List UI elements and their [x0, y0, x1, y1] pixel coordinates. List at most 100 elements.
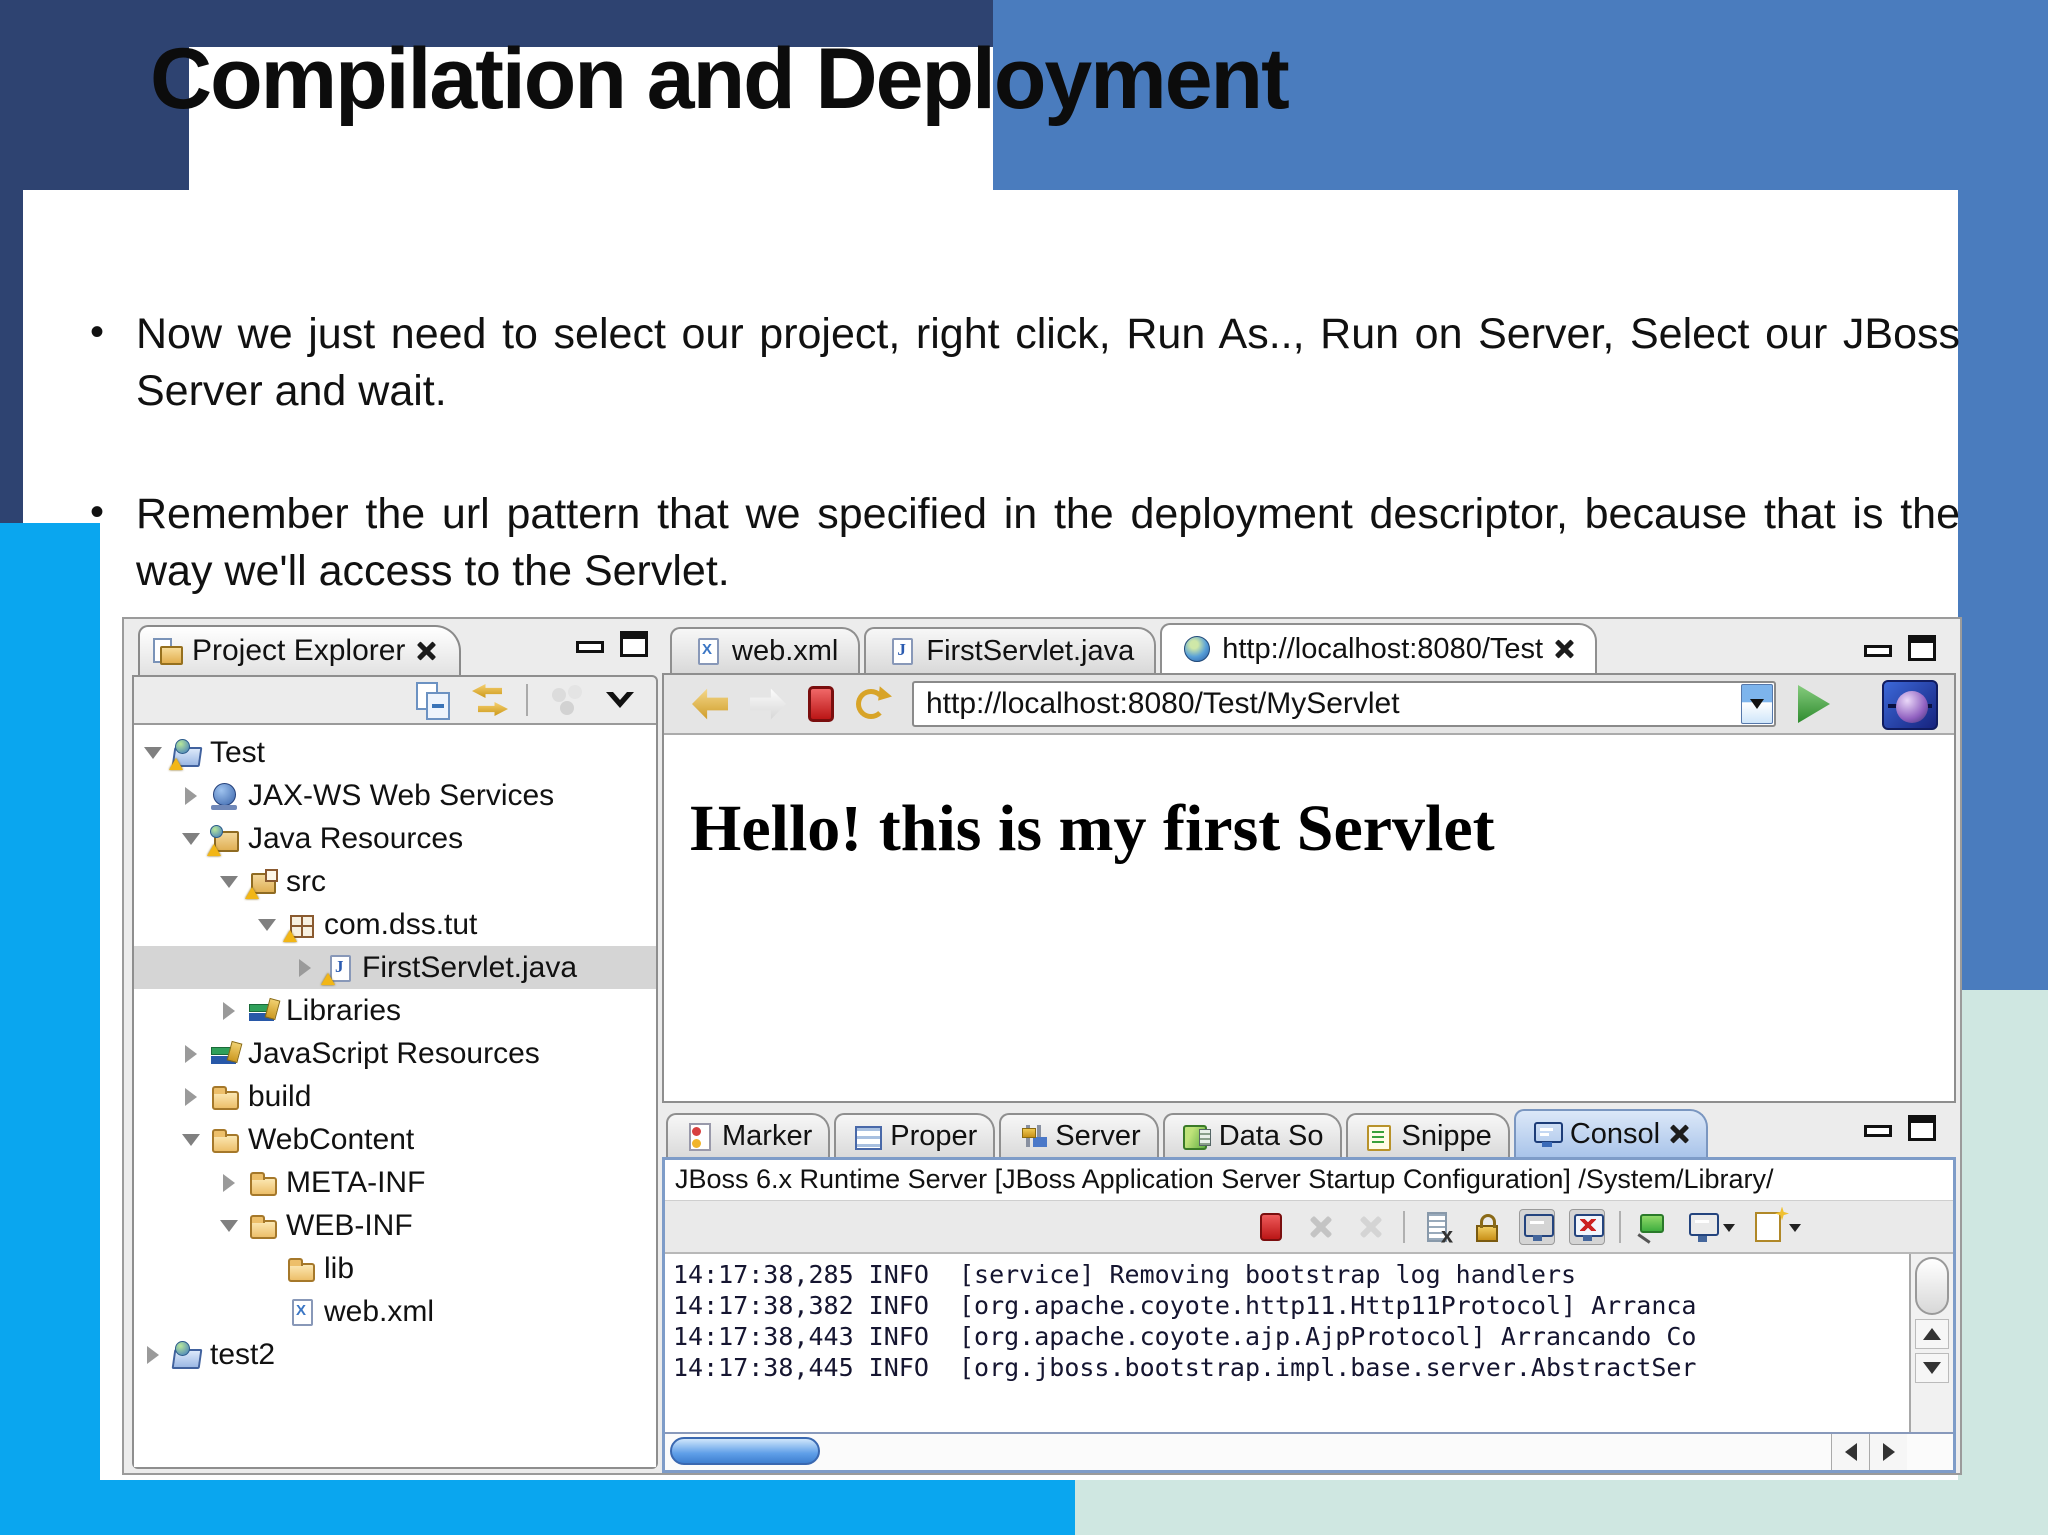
- scrollbar-thumb[interactable]: [1915, 1257, 1949, 1315]
- tree-expand-arrow[interactable]: [218, 876, 240, 888]
- tree-item[interactable]: FirstServlet.java: [134, 946, 656, 989]
- maximize-icon[interactable]: [1908, 635, 1936, 661]
- separator-icon[interactable]: [1403, 1210, 1405, 1243]
- close-tab-icon[interactable]: [1553, 638, 1575, 660]
- folder-icon: [210, 1126, 240, 1154]
- separator-icon[interactable]: [1619, 1210, 1621, 1243]
- new-console-icon[interactable]: [1751, 1209, 1801, 1245]
- tree-expand-arrow[interactable]: [142, 747, 164, 759]
- stop-icon[interactable]: [1253, 1209, 1289, 1245]
- console-view: Marker Proper Server Data So Snippe Cons…: [662, 1109, 1956, 1473]
- synced-dots-icon[interactable]: [544, 680, 584, 720]
- tree-item-label: web.xml: [324, 1294, 435, 1328]
- tree-item[interactable]: com.dss.tut: [134, 903, 656, 946]
- tree-item[interactable]: web.xml: [134, 1290, 656, 1333]
- tree-expand-arrow[interactable]: [180, 1045, 202, 1063]
- close-tab-icon[interactable]: [1668, 1123, 1690, 1145]
- pin-console-icon[interactable]: [1635, 1209, 1671, 1245]
- tree-expand-arrow[interactable]: [180, 1134, 202, 1146]
- bottom-view-tab[interactable]: Snippe: [1345, 1113, 1510, 1157]
- vertical-scrollbar[interactable]: [1909, 1254, 1953, 1432]
- bottom-view-tab-label: Server: [1055, 1119, 1141, 1152]
- stop-icon[interactable]: [808, 686, 834, 722]
- tree-expand-arrow[interactable]: [218, 1220, 240, 1232]
- explorer-toolbar: [134, 677, 656, 725]
- forward-icon[interactable]: [750, 688, 786, 720]
- scroll-lock-icon[interactable]: [1469, 1209, 1505, 1245]
- bullet-list: Now we just need to select our project, …: [88, 304, 1960, 666]
- bottom-view-tab[interactable]: Consol: [1513, 1109, 1709, 1157]
- bottom-view-tab[interactable]: Data So: [1162, 1113, 1342, 1157]
- java-project-icon: [169, 738, 202, 770]
- console-line: 14:17:38,443 INFO [org.apache.coyote.ajp…: [673, 1322, 1697, 1351]
- monitor-a-icon[interactable]: [1519, 1208, 1555, 1245]
- link-editor-icon[interactable]: [470, 680, 510, 720]
- minimize-icon[interactable]: [576, 641, 604, 653]
- clear-x-icon[interactable]: [1303, 1209, 1339, 1245]
- project-tree: Test JAX-WS Web Services Java Resources …: [134, 725, 656, 1467]
- minimize-icon[interactable]: [1864, 645, 1892, 657]
- tree-item[interactable]: Libraries: [134, 989, 656, 1032]
- view-menu-icon[interactable]: [600, 680, 640, 720]
- scroll-right-icon[interactable]: [1869, 1434, 1907, 1470]
- bottom-view-tab[interactable]: Marker: [666, 1113, 831, 1157]
- libraries-icon: [210, 1040, 240, 1068]
- tree-item[interactable]: build: [134, 1075, 656, 1118]
- console-select-icon[interactable]: [1685, 1209, 1735, 1245]
- bottom-view-tab[interactable]: Server: [999, 1113, 1159, 1157]
- tree-item[interactable]: JAX-WS Web Services: [134, 774, 656, 817]
- tree-item[interactable]: JavaScript Resources: [134, 1032, 656, 1075]
- tree-item[interactable]: src: [134, 860, 656, 903]
- tree-expand-arrow[interactable]: [294, 959, 316, 977]
- tree-expand-arrow[interactable]: [218, 1002, 240, 1020]
- tree-expand-arrow[interactable]: [142, 1346, 164, 1364]
- tree-expand-arrow[interactable]: [180, 787, 202, 805]
- scrollbar-thumb[interactable]: [670, 1437, 820, 1465]
- url-dropdown-icon[interactable]: [1741, 684, 1773, 724]
- tree-expand-arrow[interactable]: [180, 1088, 202, 1106]
- tree-item[interactable]: lib: [134, 1247, 656, 1290]
- tree-item[interactable]: Test: [134, 731, 656, 774]
- editor-tab[interactable]: FirstServlet.java: [864, 627, 1157, 673]
- tree-item[interactable]: WEB-INF: [134, 1204, 656, 1247]
- tree-item[interactable]: META-INF: [134, 1161, 656, 1204]
- tree-item-label: Test: [210, 735, 266, 769]
- editor-tab[interactable]: http://localhost:8080/Test: [1160, 623, 1598, 673]
- tree-item-label: src: [286, 864, 326, 898]
- scroll-down-icon[interactable]: [1915, 1353, 1949, 1383]
- tree-item-label: WebContent: [248, 1122, 415, 1156]
- tree-item[interactable]: test2: [134, 1333, 656, 1376]
- collapse-all-icon[interactable]: [414, 680, 454, 720]
- console-icon: [1532, 1120, 1563, 1148]
- editor-tab-label: FirstServlet.java: [926, 634, 1135, 667]
- monitor-b-icon[interactable]: [1569, 1208, 1605, 1245]
- globe-icon: [1182, 635, 1212, 663]
- separator-icon[interactable]: [526, 684, 528, 716]
- tree-expand-arrow[interactable]: [256, 919, 278, 931]
- maximize-icon[interactable]: [1908, 1115, 1936, 1141]
- bottom-view-tab-label: Proper: [890, 1119, 978, 1152]
- tab-project-explorer[interactable]: Project Explorer: [138, 625, 462, 675]
- bottom-view-tab[interactable]: Proper: [834, 1113, 996, 1157]
- tree-expand-arrow[interactable]: [180, 833, 202, 845]
- clear-console-icon[interactable]: [1419, 1209, 1455, 1245]
- console-output: 14:17:38,285 INFO [service] Removing boo…: [665, 1254, 1909, 1432]
- tree-item[interactable]: Java Resources: [134, 817, 656, 860]
- web-browser-icon[interactable]: [1882, 680, 1938, 730]
- back-icon[interactable]: [692, 688, 728, 720]
- scroll-left-icon[interactable]: [1831, 1434, 1869, 1470]
- close-view-icon[interactable]: [415, 640, 437, 662]
- editor-tab[interactable]: web.xml: [670, 627, 861, 673]
- scroll-up-icon[interactable]: [1915, 1319, 1949, 1349]
- tree-item[interactable]: WebContent: [134, 1118, 656, 1161]
- url-input[interactable]: [912, 681, 1776, 727]
- refresh-icon[interactable]: [856, 689, 886, 719]
- clear-xx-icon[interactable]: [1353, 1209, 1389, 1245]
- console-tabbar: Marker Proper Server Data So Snippe Cons…: [662, 1109, 1956, 1157]
- tree-expand-arrow[interactable]: [218, 1174, 240, 1192]
- horizontal-scrollbar[interactable]: [665, 1432, 1953, 1470]
- tree-item-label: build: [248, 1079, 312, 1113]
- go-icon[interactable]: [1798, 685, 1830, 723]
- minimize-icon[interactable]: [1864, 1125, 1892, 1137]
- maximize-icon[interactable]: [620, 631, 648, 657]
